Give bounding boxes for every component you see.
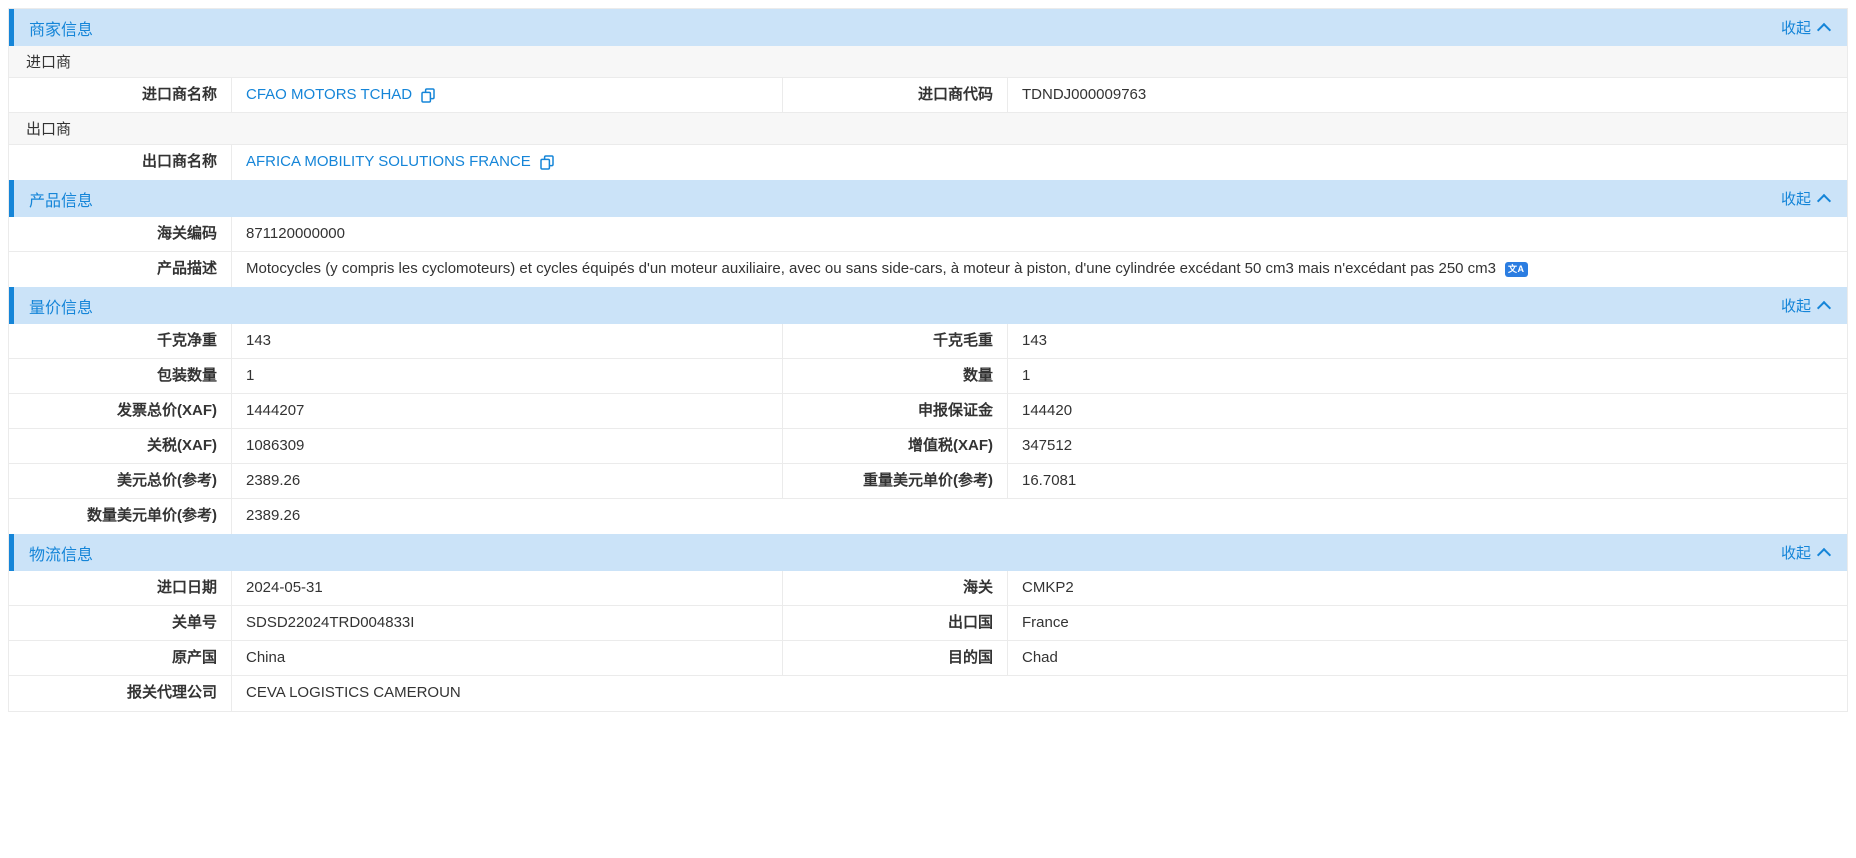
chevron-up-icon [1817, 547, 1831, 561]
importer-name-cell: CFAO MOTORS TCHAD [232, 78, 783, 112]
field-label-importer-code: 进口商代码 [783, 78, 1008, 112]
product-description-text: Motocycles (y compris les cyclomoteurs) … [246, 259, 1496, 279]
exporter-name-link[interactable]: AFRICA MOBILITY SOLUTIONS FRANCE [246, 152, 531, 172]
section-title-logistics: 物流信息 [29, 541, 93, 565]
table-row: 发票总价(XAF) 1444207 申报保证金 144420 [9, 394, 1847, 429]
section-title-product: 产品信息 [29, 187, 93, 211]
section-header-merchant: 商家信息 收起 [9, 9, 1847, 46]
section-header-quantity-price: 量价信息 收起 [9, 287, 1847, 324]
customs-broker-value: CEVA LOGISTICS CAMEROUN [232, 676, 1847, 711]
field-label-quantity: 数量 [783, 359, 1008, 393]
collapse-toggle-quantity-price[interactable]: 收起 [1781, 295, 1829, 316]
usd-unit-price-quantity-value: 2389.26 [232, 499, 1847, 534]
importer-name-link[interactable]: CFAO MOTORS TCHAD [246, 85, 412, 105]
collapse-label: 收起 [1781, 188, 1811, 209]
copy-icon[interactable] [421, 88, 435, 103]
field-label-declaration-number: 关单号 [9, 606, 232, 640]
field-label-exporter-name: 出口商名称 [9, 145, 232, 180]
table-row: 美元总价(参考) 2389.26 重量美元单价(参考) 16.7081 [9, 464, 1847, 499]
chevron-up-icon [1817, 193, 1831, 207]
field-label-importer-name: 进口商名称 [9, 78, 232, 112]
section-title-quantity-price: 量价信息 [29, 294, 93, 318]
usd-total-value: 2389.26 [232, 464, 783, 498]
exporter-name-cell: AFRICA MOBILITY SOLUTIONS FRANCE [232, 145, 1847, 180]
customs-office-value: CMKP2 [1008, 571, 1847, 605]
declaration-number-value: SDSD22024TRD004833I [232, 606, 783, 640]
collapse-toggle-merchant[interactable]: 收起 [1781, 17, 1829, 38]
field-label-origin-country: 原产国 [9, 641, 232, 675]
field-label-invoice-total: 发票总价(XAF) [9, 394, 232, 428]
group-label-exporter: 出口商 [26, 118, 71, 139]
copy-icon[interactable] [540, 155, 554, 170]
translate-icon[interactable]: 文A [1505, 262, 1528, 277]
field-label-package-quantity: 包装数量 [9, 359, 232, 393]
table-row: 千克净重 143 千克毛重 143 [9, 324, 1847, 359]
field-label-vat: 增值税(XAF) [783, 429, 1008, 463]
group-label-importer: 进口商 [26, 51, 71, 72]
collapse-label: 收起 [1781, 17, 1811, 38]
table-row: 原产国 China 目的国 Chad [9, 641, 1847, 676]
group-row-importer: 进口商 [9, 46, 1847, 78]
table-row: 关单号 SDSD22024TRD004833I 出口国 France [9, 606, 1847, 641]
field-label-customs-office: 海关 [783, 571, 1008, 605]
field-label-gross-weight: 千克毛重 [783, 324, 1008, 358]
field-label-export-country: 出口国 [783, 606, 1008, 640]
importer-code-value: TDNDJ000009763 [1008, 78, 1847, 112]
origin-country-value: China [232, 641, 783, 675]
quantity-value: 1 [1008, 359, 1847, 393]
field-label-customs-broker: 报关代理公司 [9, 676, 232, 711]
field-label-import-date: 进口日期 [9, 571, 232, 605]
collapse-toggle-logistics[interactable]: 收起 [1781, 542, 1829, 563]
field-label-hs-code: 海关编码 [9, 217, 232, 251]
field-label-net-weight: 千克净重 [9, 324, 232, 358]
section-logistics: 物流信息 收起 进口日期 2024-05-31 海关 CMKP2 关单号 SDS… [9, 534, 1847, 711]
section-quantity-price: 量价信息 收起 千克净重 143 千克毛重 143 包装数量 1 数量 1 发票… [9, 287, 1847, 534]
field-label-usd-unit-price-quantity: 数量美元单价(参考) [9, 499, 232, 534]
section-merchant: 商家信息 收起 进口商 进口商名称 CFAO MOTORS TCHAD 进口商代… [9, 9, 1847, 180]
table-row: 关税(XAF) 1086309 增值税(XAF) 347512 [9, 429, 1847, 464]
section-header-logistics: 物流信息 收起 [9, 534, 1847, 571]
trade-record-detail: 商家信息 收起 进口商 进口商名称 CFAO MOTORS TCHAD 进口商代… [8, 8, 1848, 712]
table-row: 产品描述 Motocycles (y compris les cyclomote… [9, 252, 1847, 287]
field-label-product-description: 产品描述 [9, 252, 232, 287]
export-country-value: France [1008, 606, 1847, 640]
chevron-up-icon [1817, 22, 1831, 36]
net-weight-value: 143 [232, 324, 783, 358]
product-description-cell: Motocycles (y compris les cyclomoteurs) … [232, 252, 1847, 287]
customs-duty-value: 1086309 [232, 429, 783, 463]
destination-country-value: Chad [1008, 641, 1847, 675]
vat-value: 347512 [1008, 429, 1847, 463]
group-row-exporter: 出口商 [9, 113, 1847, 145]
section-product: 产品信息 收起 海关编码 871120000000 产品描述 Motocycle… [9, 180, 1847, 287]
table-row: 进口商名称 CFAO MOTORS TCHAD 进口商代码 TDNDJ00000… [9, 78, 1847, 113]
declared-deposit-value: 144420 [1008, 394, 1847, 428]
hs-code-value: 871120000000 [232, 217, 1847, 251]
table-row: 报关代理公司 CEVA LOGISTICS CAMEROUN [9, 676, 1847, 711]
section-title-merchant: 商家信息 [29, 16, 93, 40]
table-row: 进口日期 2024-05-31 海关 CMKP2 [9, 571, 1847, 606]
field-label-usd-total: 美元总价(参考) [9, 464, 232, 498]
section-header-product: 产品信息 收起 [9, 180, 1847, 217]
collapse-label: 收起 [1781, 295, 1811, 316]
collapse-label: 收起 [1781, 542, 1811, 563]
field-label-customs-duty: 关税(XAF) [9, 429, 232, 463]
table-row: 海关编码 871120000000 [9, 217, 1847, 252]
collapse-toggle-product[interactable]: 收起 [1781, 188, 1829, 209]
field-label-declared-deposit: 申报保证金 [783, 394, 1008, 428]
table-row: 包装数量 1 数量 1 [9, 359, 1847, 394]
field-label-usd-unit-price-weight: 重量美元单价(参考) [783, 464, 1008, 498]
package-quantity-value: 1 [232, 359, 783, 393]
import-date-value: 2024-05-31 [232, 571, 783, 605]
table-row: 出口商名称 AFRICA MOBILITY SOLUTIONS FRANCE [9, 145, 1847, 180]
field-label-destination-country: 目的国 [783, 641, 1008, 675]
gross-weight-value: 143 [1008, 324, 1847, 358]
usd-unit-price-weight-value: 16.7081 [1008, 464, 1847, 498]
chevron-up-icon [1817, 300, 1831, 314]
table-row: 数量美元单价(参考) 2389.26 [9, 499, 1847, 534]
invoice-total-value: 1444207 [232, 394, 783, 428]
